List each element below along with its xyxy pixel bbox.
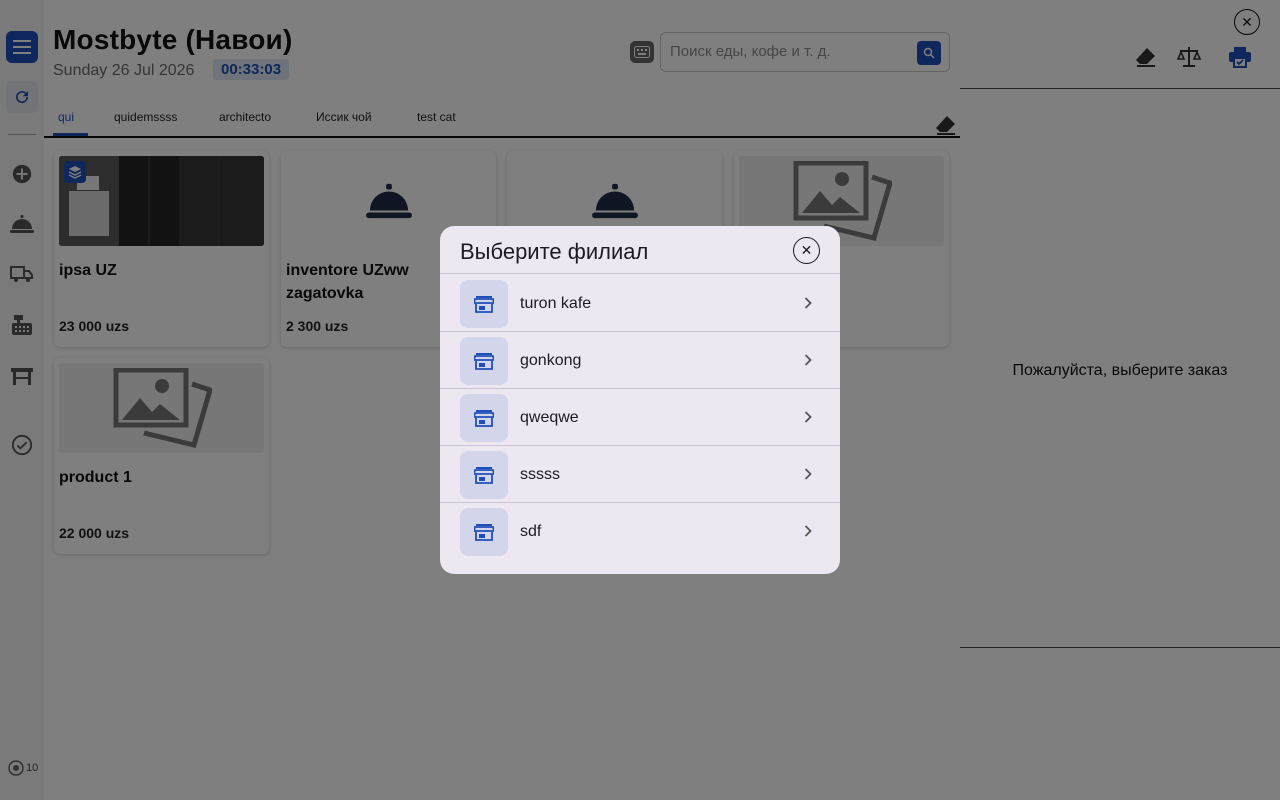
close-icon: ✕ bbox=[800, 242, 813, 258]
dialog-close-button[interactable]: ✕ bbox=[793, 237, 820, 264]
branch-item[interactable]: qweqwe bbox=[440, 389, 840, 446]
branch-label: qweqwe bbox=[520, 409, 579, 426]
branch-label: turon kafe bbox=[520, 295, 592, 312]
chevron-right-icon bbox=[800, 466, 816, 482]
branch-select-dialog: Выберите филиал ✕ turon kafe gonkong qwe… bbox=[440, 226, 840, 574]
store-icon-wrapper bbox=[460, 451, 508, 499]
chevron-right-icon bbox=[800, 352, 816, 368]
branch-item[interactable]: gonkong bbox=[440, 332, 840, 389]
branch-item[interactable]: turon kafe bbox=[440, 275, 840, 332]
store-icon bbox=[474, 467, 494, 484]
chevron-right-icon bbox=[800, 409, 816, 425]
chevron-right-icon bbox=[800, 295, 816, 311]
branch-label: sssss bbox=[520, 466, 560, 483]
store-icon-wrapper bbox=[460, 337, 508, 385]
store-icon-wrapper bbox=[460, 280, 508, 328]
branch-label: gonkong bbox=[520, 352, 582, 369]
store-icon bbox=[474, 410, 494, 427]
dialog-divider bbox=[440, 273, 840, 274]
store-icon bbox=[474, 524, 494, 541]
store-icon bbox=[474, 353, 494, 370]
branch-label: sdf bbox=[520, 523, 542, 540]
chevron-right-icon bbox=[800, 523, 816, 539]
branch-item[interactable]: sdf bbox=[440, 503, 840, 560]
store-icon-wrapper bbox=[460, 508, 508, 556]
dialog-title: Выберите филиал bbox=[460, 239, 649, 264]
store-icon bbox=[474, 296, 494, 313]
branch-item[interactable]: sssss bbox=[440, 446, 840, 503]
store-icon-wrapper bbox=[460, 394, 508, 442]
